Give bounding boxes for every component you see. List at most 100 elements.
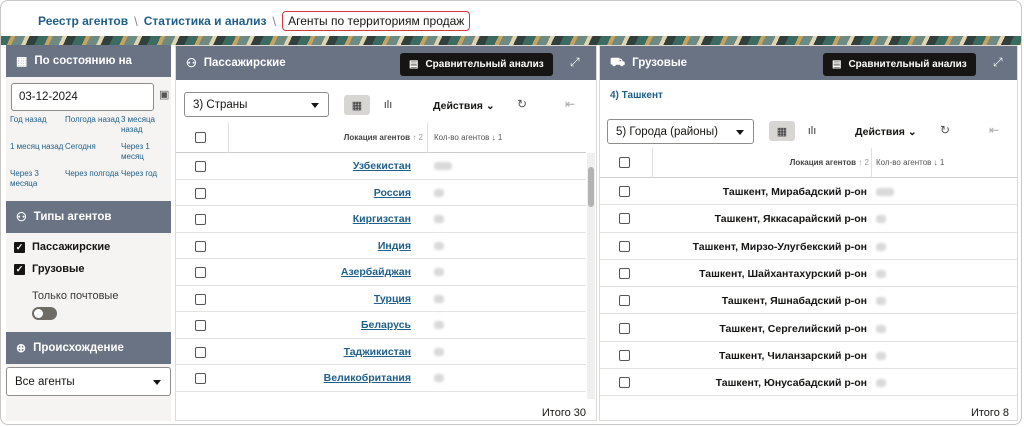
quick-date-today[interactable]: Сегодня <box>65 142 121 166</box>
table-row[interactable]: Ташкент, Шайхантахурский р-он <box>600 260 1017 288</box>
table-row[interactable]: Ташкент, Сергелийский р-он <box>600 315 1017 342</box>
quick-date-links: Год назад Полгода назад 3 месяца назад 1… <box>10 115 168 193</box>
quick-date-in-half-year[interactable]: Через полгода <box>65 169 121 193</box>
quick-date-year-ago[interactable]: Год назад <box>10 115 65 139</box>
row-checkbox[interactable] <box>195 373 206 384</box>
table-row[interactable]: Беларусь <box>176 312 586 339</box>
table-row[interactable]: Ташкент, Яшнабадский р-он <box>600 287 1017 315</box>
cargo-compare-button[interactable]: ▤ Сравнительный анализ <box>823 53 976 76</box>
row-checkbox[interactable] <box>619 186 630 197</box>
chart-view-button[interactable]: ılı <box>375 95 401 115</box>
location-cell: Ташкент, Яшнабадский р-он <box>721 295 867 308</box>
column-count-header[interactable]: Кол-во агентов ↓ 1 <box>876 158 944 167</box>
row-checkbox[interactable] <box>195 346 206 358</box>
export-icon[interactable]: ⇤ <box>989 123 999 137</box>
quick-date-in-3-months[interactable]: Через 3 месяца <box>10 169 65 193</box>
row-checkbox[interactable] <box>195 267 206 278</box>
location-cell[interactable]: Узбекистан <box>353 160 411 172</box>
expand-icon[interactable]: ⤢ <box>993 55 1003 70</box>
select-all-checkbox[interactable] <box>195 132 206 143</box>
table-row[interactable]: Ташкент, Мирзо-Улугбекский р-он <box>600 233 1017 260</box>
table-row[interactable]: Ташкент, Чиланзарский р-он <box>600 342 1017 370</box>
date-input[interactable]: 03-12-2024 <box>11 83 154 111</box>
row-checkbox[interactable] <box>195 214 206 225</box>
cargo-compare-label: Сравнительный анализ <box>848 59 967 70</box>
row-checkbox[interactable] <box>619 322 630 334</box>
calendar-icon[interactable]: ▣ <box>159 88 169 101</box>
quick-date-in-1-month[interactable]: Через 1 месяц <box>121 142 168 166</box>
table-row[interactable]: Ташкент, Яккасарайский р-он <box>600 205 1017 233</box>
table-row[interactable]: Киргизстан <box>176 206 586 233</box>
breadcrumb-stats-link[interactable]: Статистика и анализ <box>144 14 267 28</box>
export-icon[interactable]: ⇤ <box>565 97 575 111</box>
refresh-icon[interactable]: ↻ <box>517 97 527 111</box>
table-row[interactable]: Ташкент, Юнусабадский р-он <box>600 369 1017 397</box>
column-location-header[interactable]: Локация агентов ↑ 2 <box>790 158 869 167</box>
cargo-panel: ⛟ Грузовые ▤ Сравнительный анализ ⤢ 4) Т… <box>599 45 1018 421</box>
refresh-icon[interactable]: ↻ <box>940 123 950 137</box>
location-cell[interactable]: Турция <box>374 293 411 305</box>
table-view-button[interactable]: ▦ <box>344 95 370 115</box>
cargo-level-select[interactable]: 5) Города (районы) <box>607 119 754 144</box>
cargo-actions-menu[interactable]: Действия ⌄ <box>855 126 917 138</box>
location-cell[interactable]: Азербайджан <box>341 266 411 278</box>
origin-select[interactable]: Все агенты <box>6 367 171 396</box>
location-cell: Ташкент, Яккасарайский р-он <box>714 213 867 226</box>
chevron-down-icon <box>153 379 161 385</box>
only-postal-label: Только почтовые <box>32 290 119 302</box>
row-checkbox[interactable] <box>619 349 630 361</box>
breadcrumb-registry-link[interactable]: Реестр агентов <box>38 14 128 28</box>
table-row[interactable]: Азербайджан <box>176 259 586 286</box>
location-cell[interactable]: Индия <box>378 240 411 252</box>
chart-view-button[interactable]: ılı <box>799 121 825 141</box>
table-row[interactable]: Ташкент, Мирабадский р-он <box>600 178 1017 206</box>
table-row[interactable]: Индия <box>176 233 586 259</box>
actions-label: Действия <box>433 100 483 112</box>
passenger-actions-menu[interactable]: Действия ⌄ <box>433 100 495 112</box>
compare-chart-icon: ▤ <box>832 59 842 70</box>
row-checkbox[interactable] <box>619 240 630 252</box>
passenger-compare-button[interactable]: ▤ Сравнительный анализ <box>400 53 553 76</box>
table-row[interactable]: Великобритания <box>176 365 586 392</box>
row-checkbox[interactable] <box>195 161 206 172</box>
passenger-table-header: Локация агентов ↑ 2 Кол-во агентов ↓ 1 <box>176 123 586 153</box>
quick-date-half-year-ago[interactable]: Полгода назад <box>65 115 121 139</box>
column-count-header[interactable]: Кол-во агентов ↓ 1 <box>434 133 502 142</box>
origin-title: Происхождение <box>33 342 124 354</box>
only-postal-toggle[interactable] <box>32 307 57 320</box>
cargo-checkbox[interactable]: ✓ Грузовые <box>14 263 85 275</box>
vertical-scrollbar[interactable] <box>587 153 595 399</box>
quick-date-in-year[interactable]: Через год <box>121 169 168 193</box>
passenger-checkbox-label: Пассажирские <box>32 241 111 253</box>
users-icon: ⚇ <box>186 56 197 70</box>
expand-icon[interactable]: ⤢ <box>570 55 580 70</box>
quick-date-3-months-ago[interactable]: 3 месяца назад <box>121 115 168 139</box>
location-cell[interactable]: Таджикистан <box>344 346 411 358</box>
location-cell[interactable]: Россия <box>374 187 411 199</box>
row-checkbox[interactable] <box>619 377 630 389</box>
passenger-panel: ⚇ Пассажирские ▤ Сравнительный анализ ⤢ … <box>175 45 597 421</box>
passenger-checkbox[interactable]: ✓ Пассажирские <box>14 241 110 253</box>
location-cell[interactable]: Киргизстан <box>353 213 411 225</box>
location-cell[interactable]: Великобритания <box>324 372 411 384</box>
app-frame: Реестр агентов \ Статистика и анализ \ А… <box>0 0 1022 425</box>
column-location-header[interactable]: Локация агентов ↑ 2 <box>344 133 423 142</box>
table-row[interactable]: Узбекистан <box>176 153 586 180</box>
row-checkbox[interactable] <box>195 240 206 252</box>
table-row[interactable]: Таджикистан <box>176 339 586 365</box>
row-checkbox[interactable] <box>619 213 630 225</box>
row-checkbox[interactable] <box>195 320 206 331</box>
table-row[interactable]: Россия <box>176 180 586 206</box>
passenger-level-select[interactable]: 3) Страны <box>184 92 329 117</box>
row-checkbox[interactable] <box>619 295 630 307</box>
quick-date-1-month-ago[interactable]: 1 месяц назад <box>10 142 65 166</box>
table-row[interactable]: Турция <box>176 286 586 312</box>
row-checkbox[interactable] <box>195 293 206 305</box>
select-all-checkbox[interactable] <box>619 157 630 168</box>
location-cell[interactable]: Беларусь <box>361 319 411 331</box>
table-view-button[interactable]: ▦ <box>769 121 795 141</box>
count-cell-redacted <box>876 242 886 251</box>
row-checkbox[interactable] <box>195 187 206 199</box>
cargo-subtitle[interactable]: 4) Ташкент <box>610 90 663 101</box>
row-checkbox[interactable] <box>619 267 630 279</box>
